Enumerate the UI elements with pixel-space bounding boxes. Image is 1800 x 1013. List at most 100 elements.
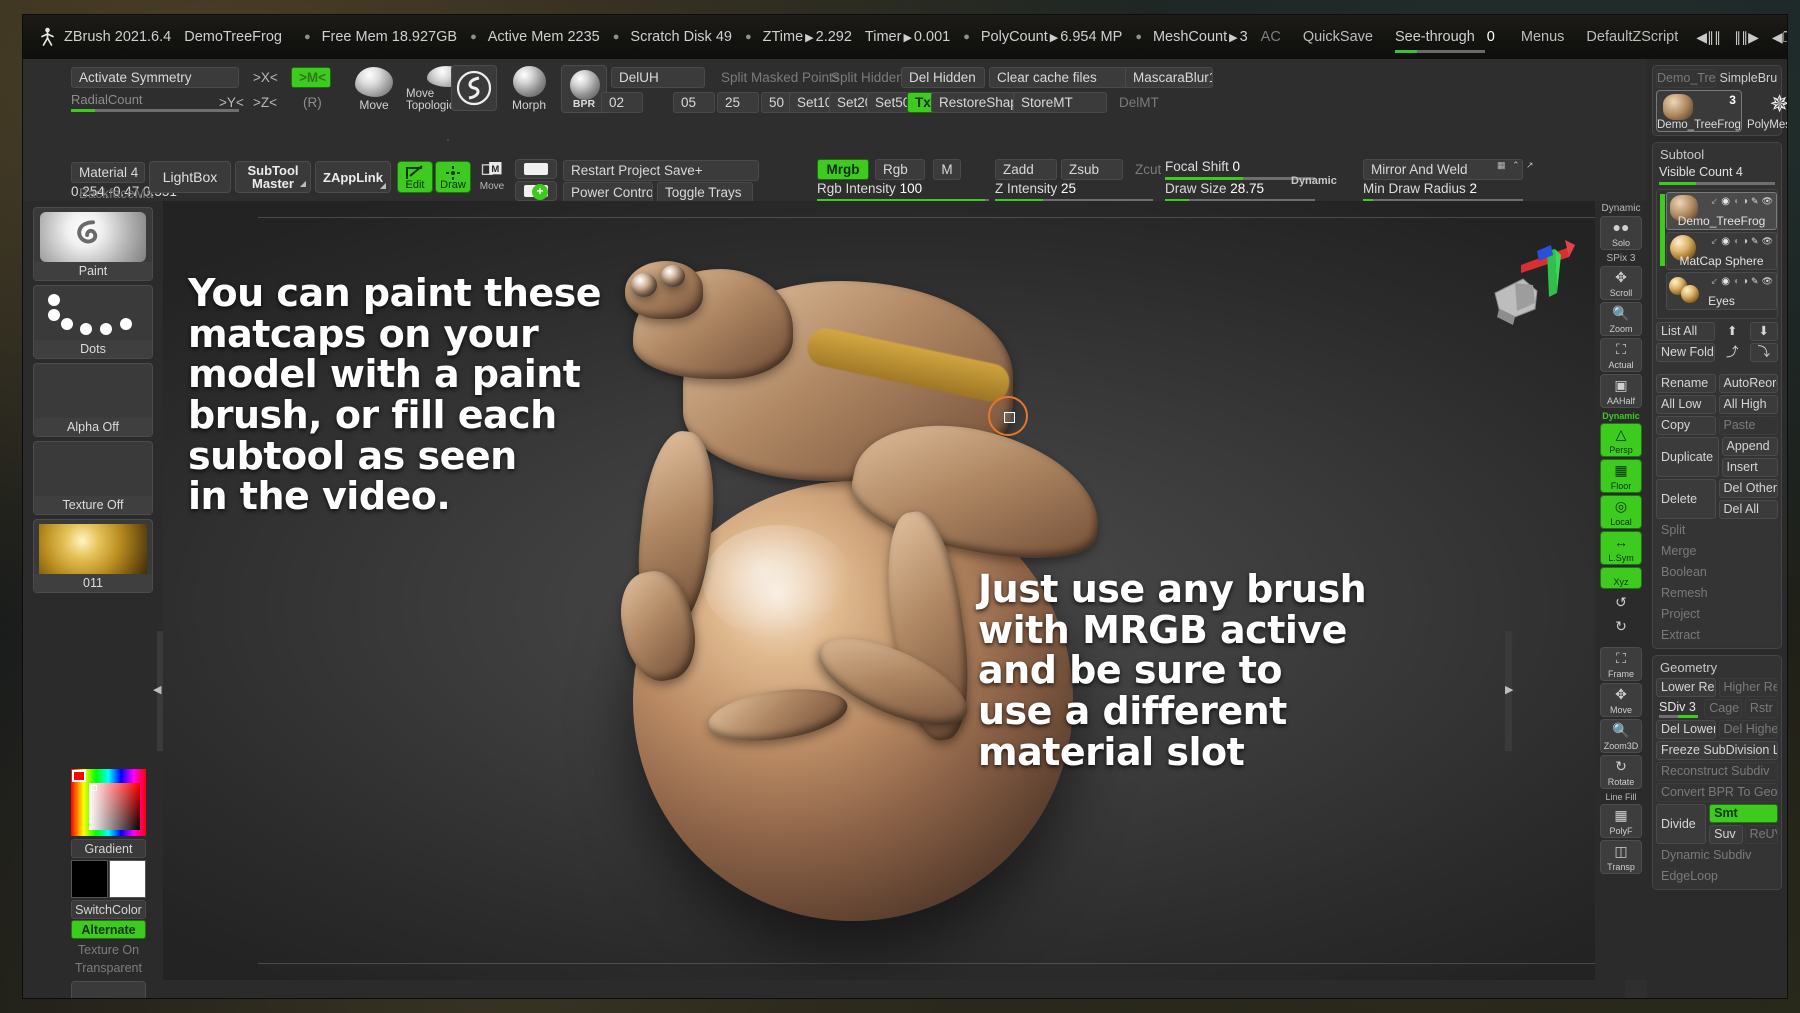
- smt-button[interactable]: Smt: [1709, 804, 1778, 823]
- visible-count-slider[interactable]: Visible Count 4: [1656, 165, 1778, 187]
- rotate-left-button[interactable]: ↺: [1600, 591, 1642, 613]
- dynamic-subdiv-button[interactable]: Dynamic Subdiv: [1656, 846, 1778, 865]
- redo-arrow-button[interactable]: ⤴: [1718, 343, 1747, 362]
- pen-icon[interactable]: ✎: [1751, 196, 1759, 207]
- symmetry-x-button[interactable]: >X<: [245, 67, 286, 88]
- frame-button[interactable]: ⛶ Frame: [1600, 647, 1642, 681]
- subtool-arrow-icon[interactable]: ↙: [1711, 196, 1719, 207]
- scroll-button[interactable]: ✥ Scroll: [1600, 266, 1642, 300]
- zoom-button[interactable]: 🔍 Zoom: [1600, 302, 1642, 336]
- draw-mode-button[interactable]: Draw: [435, 161, 471, 193]
- gradient-button[interactable]: Gradient: [71, 839, 146, 858]
- insert-button[interactable]: Insert: [1721, 458, 1778, 477]
- symmetry-z-button[interactable]: >Z<: [245, 92, 285, 113]
- power-control-button[interactable]: Power Control: [563, 182, 653, 203]
- contrast-icon[interactable]: ◑: [1742, 236, 1748, 247]
- viewport-canvas[interactable]: You can paint these matcaps on your mode…: [163, 201, 1625, 980]
- texture-preview-slot[interactable]: Te: [71, 981, 146, 998]
- menus-button[interactable]: Menus: [1521, 29, 1565, 45]
- append-button[interactable]: Append: [1721, 437, 1778, 456]
- subtool-arrow-icon[interactable]: ↙: [1711, 236, 1719, 247]
- rstr-button[interactable]: Rstr: [1744, 699, 1778, 718]
- mirror-weld-options-icon[interactable]: ▦ ⌃ ↗: [1497, 160, 1536, 171]
- alpha-slot[interactable]: Alpha Off: [33, 363, 153, 437]
- del-hidden-button[interactable]: Del Hidden: [901, 67, 985, 88]
- stroke-slot[interactable]: Dots: [33, 285, 153, 359]
- actual-size-button[interactable]: ⛶ Actual: [1600, 338, 1642, 372]
- list-all-button[interactable]: List All: [1656, 322, 1715, 341]
- copy-button[interactable]: Copy: [1656, 416, 1716, 435]
- zoom3d-button[interactable]: 🔍 Zoom3D: [1600, 719, 1642, 753]
- navigation-gizmo[interactable]: [1475, 231, 1585, 331]
- higher-res-button[interactable]: Higher Res: [1718, 678, 1778, 697]
- scroll-left-icon[interactable]: ◀∥∥: [1696, 30, 1721, 44]
- del-other-button[interactable]: Del Other: [1718, 479, 1778, 498]
- m-button[interactable]: M: [933, 159, 961, 180]
- pen-icon[interactable]: ✎: [1751, 236, 1759, 247]
- set50-button[interactable]: Set50: [867, 92, 909, 113]
- split-hidden-button[interactable]: Split Hidden: [823, 67, 911, 88]
- transparency-button[interactable]: ◫ Transp: [1600, 840, 1642, 874]
- merge-button[interactable]: Merge: [1656, 542, 1778, 561]
- subtool-item-demo-treefrog[interactable]: ↙ ◉ ◖ ◑ ✎ 👁 Demo_TreeFrog: [1666, 192, 1777, 230]
- tool-header-right[interactable]: SimpleBrush: [1719, 69, 1779, 88]
- eye-icon[interactable]: 👁: [1762, 236, 1773, 247]
- half-circle-icon[interactable]: ◖: [1733, 196, 1739, 207]
- polyframe-button[interactable]: ▦ PolyF: [1600, 804, 1642, 838]
- symmetry-r-button[interactable]: (R): [295, 92, 330, 113]
- perspective-button[interactable]: △ Persp: [1600, 423, 1642, 457]
- remesh-button[interactable]: Remesh: [1656, 584, 1778, 603]
- project-button[interactable]: Project: [1656, 605, 1778, 624]
- reuv-button[interactable]: ReUV: [1744, 825, 1779, 844]
- convert-bpr-to-geo-button[interactable]: Convert BPR To Geo: [1656, 783, 1778, 802]
- duplicate-button[interactable]: Duplicate: [1656, 437, 1719, 477]
- extract-button[interactable]: Extract: [1656, 626, 1778, 645]
- num-button-05[interactable]: 05: [673, 92, 715, 113]
- lower-res-button[interactable]: Lower Res: [1656, 678, 1716, 697]
- rotate-view-button[interactable]: ↻ Rotate: [1600, 755, 1642, 789]
- move-down-button[interactable]: ⬇: [1749, 322, 1778, 341]
- suv-button[interactable]: Suv: [1709, 825, 1743, 844]
- tool-thumb-polymesh3d[interactable]: ✵ PolyMesh3D: [1746, 90, 1787, 132]
- visibility-eye-icon[interactable]: ◉: [1721, 276, 1730, 287]
- aahalf-button[interactable]: ▣ AAHalf: [1600, 374, 1642, 408]
- subtool-item-matcap-sphere[interactable]: ↙ ◉ ◖ ◑ ✎ 👁 MatCap Sphere: [1666, 232, 1777, 270]
- texture-on-button[interactable]: Texture On: [71, 940, 146, 959]
- del-higher-button[interactable]: Del Higher: [1718, 720, 1778, 739]
- alternate-button[interactable]: Alternate: [71, 920, 146, 939]
- tool-thumb-demo-treefrog[interactable]: 3 Demo_TreeFrog: [1656, 90, 1742, 132]
- eye-icon[interactable]: 👁: [1762, 276, 1773, 287]
- divide-button[interactable]: Divide: [1656, 804, 1707, 844]
- main-color-swatch[interactable]: [71, 860, 108, 898]
- sdiv-slider[interactable]: [1659, 715, 1699, 718]
- reconstruct-subdiv-button[interactable]: Reconstruct Subdiv: [1656, 762, 1778, 781]
- lightbox-button[interactable]: LightBox: [149, 161, 231, 193]
- del-mt-button[interactable]: DelMT: [1111, 92, 1171, 113]
- ac-button[interactable]: AC: [1261, 29, 1281, 45]
- scroll-right-icon[interactable]: ∥∥▶: [1734, 30, 1759, 44]
- freeze-subdivision-levels-button[interactable]: Freeze SubDivision Levels: [1656, 741, 1778, 760]
- mascara-blur-button[interactable]: MascaraBlur10: [1125, 67, 1213, 88]
- num-button-02[interactable]: 02: [601, 92, 643, 113]
- mrgb-button[interactable]: Mrgb: [817, 159, 869, 180]
- move-up-button[interactable]: ⬆: [1718, 322, 1747, 341]
- quicksave-button[interactable]: QuickSave: [1303, 29, 1373, 45]
- rgb-button[interactable]: Rgb: [875, 159, 925, 180]
- project-toggle-button[interactable]: [515, 159, 557, 179]
- edge-loop-button[interactable]: EdgeLoop: [1656, 867, 1778, 886]
- eye-icon[interactable]: 👁: [1762, 196, 1773, 207]
- toggle-trays-button[interactable]: Toggle Trays: [657, 182, 753, 203]
- into-folder-button[interactable]: ⤵: [1749, 343, 1778, 362]
- switch-color-button[interactable]: SwitchColor: [71, 900, 146, 919]
- move-view-button[interactable]: ✥ Move: [1600, 683, 1642, 717]
- brush-slot[interactable]: Paint: [33, 207, 153, 281]
- color-picker[interactable]: [71, 769, 146, 836]
- subtool-master-button[interactable]: SubTool Master ◢: [235, 161, 311, 193]
- contrast-icon[interactable]: ◑: [1742, 196, 1748, 207]
- xyz-button[interactable]: Xyz: [1600, 567, 1642, 589]
- solo-button[interactable]: ●● Solo: [1600, 216, 1642, 250]
- activate-symmetry-button[interactable]: Activate Symmetry: [71, 67, 239, 88]
- subtool-row-icons[interactable]: ↙ ◉ ◖ ◑ ✎ 👁: [1711, 196, 1773, 207]
- floor-button[interactable]: ▦ Floor: [1600, 459, 1642, 493]
- subtool-row-icons[interactable]: ↙ ◉ ◖ ◑ ✎ 👁: [1711, 236, 1773, 247]
